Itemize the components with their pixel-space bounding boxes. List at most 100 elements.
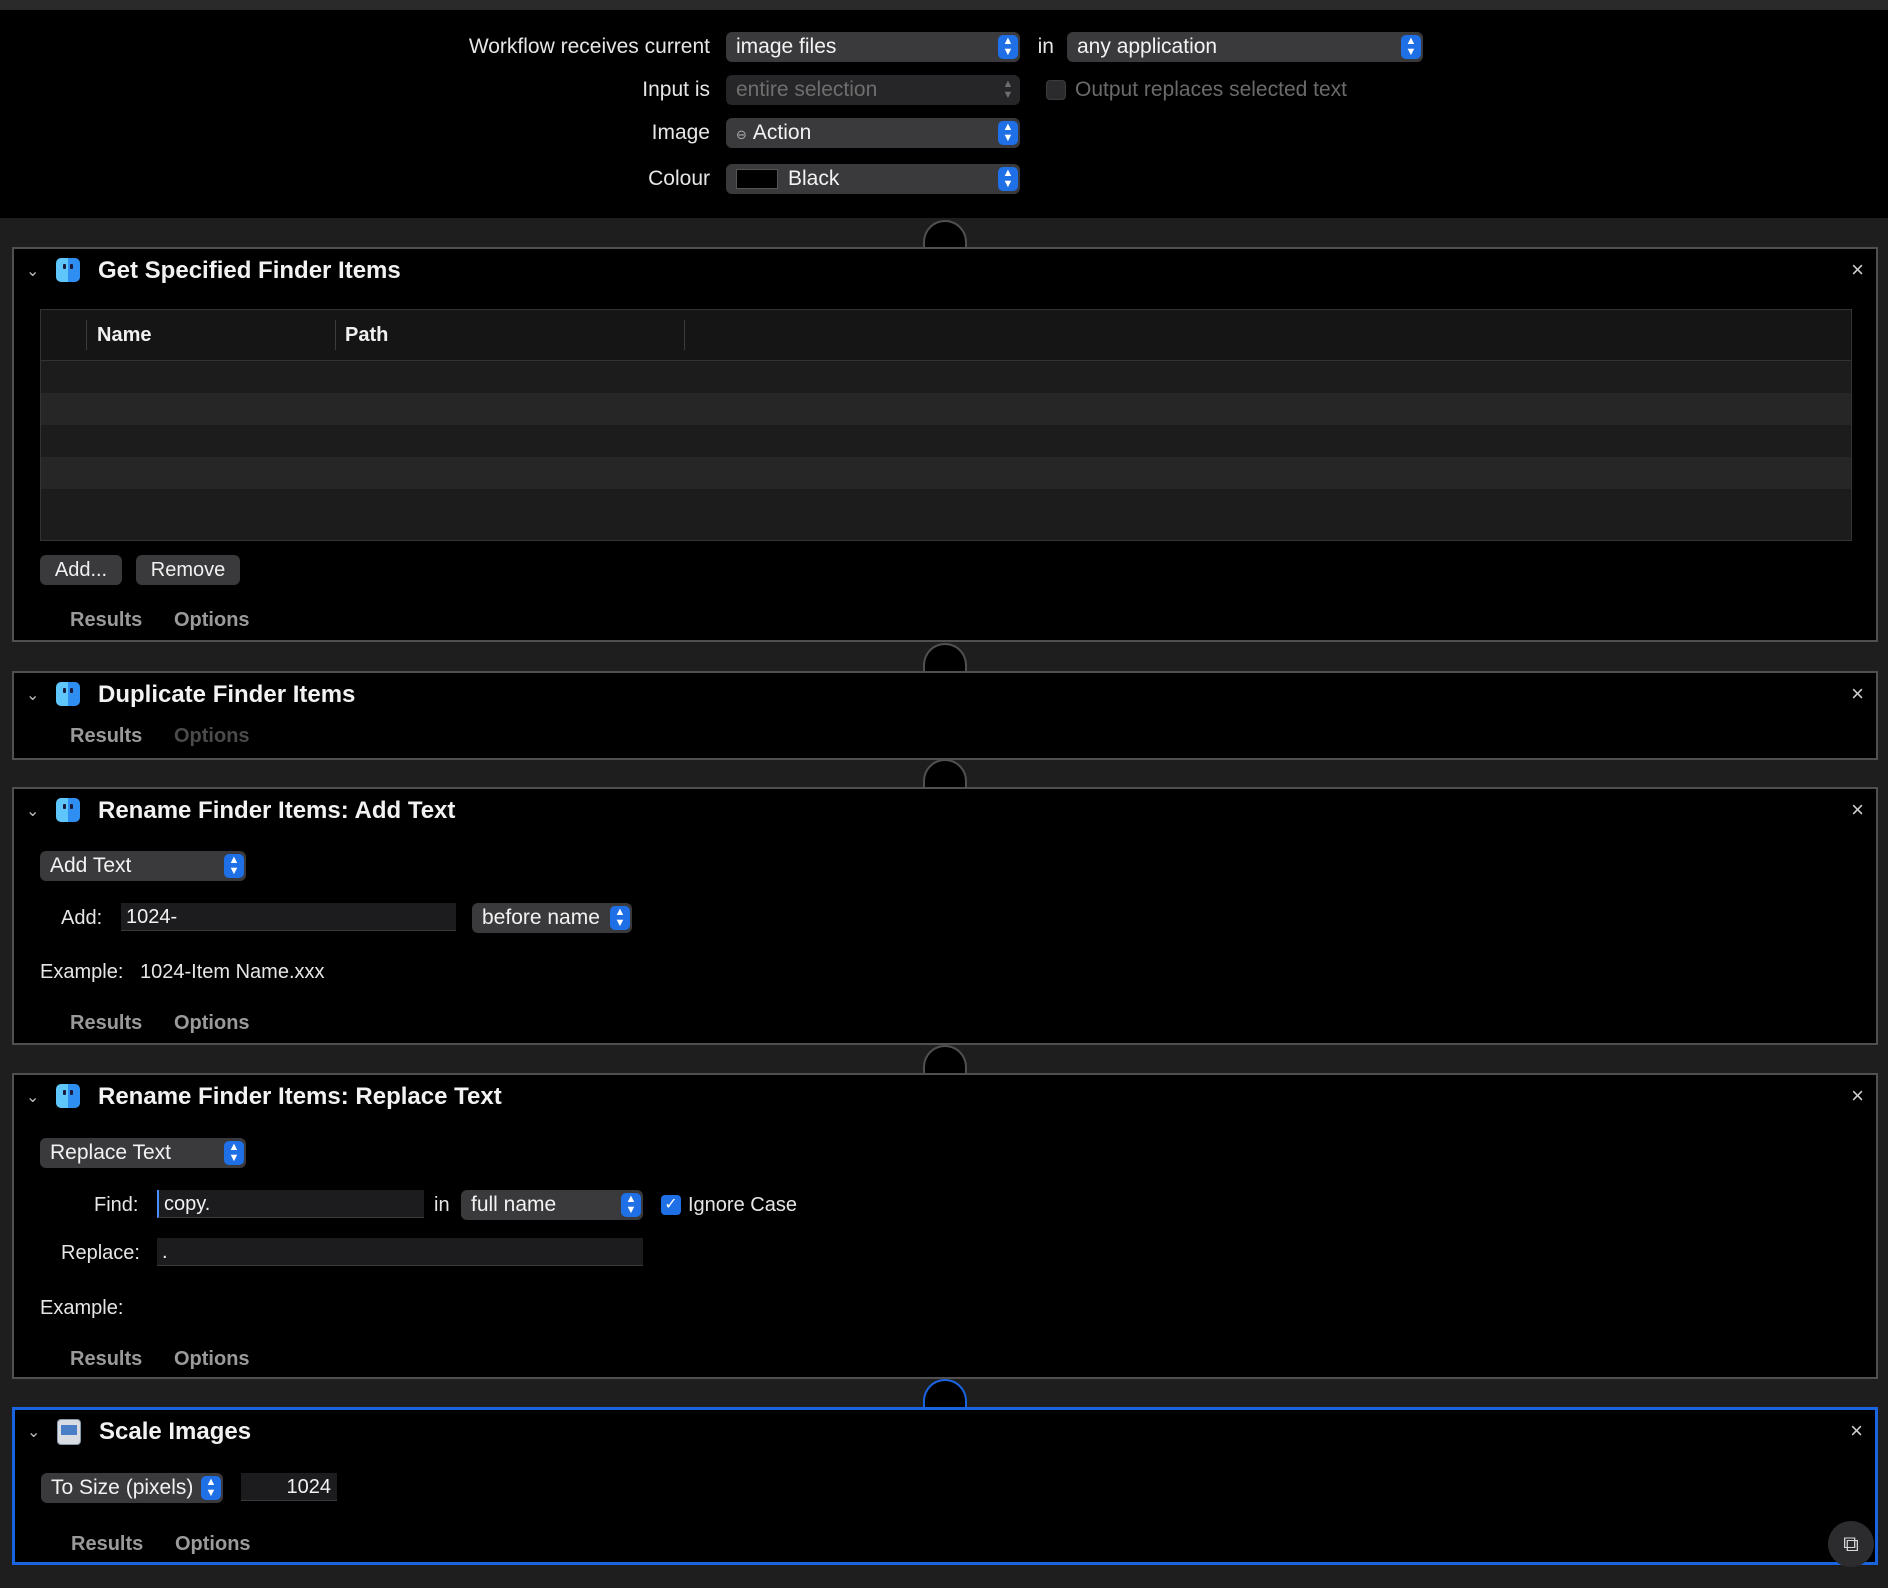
receives-popup[interactable]: image files ▲ ▼ (726, 32, 1020, 62)
column-divider (335, 320, 336, 350)
replace-label: Replace: (61, 1242, 140, 1264)
options-tab[interactable]: Options (174, 1012, 250, 1035)
size-field[interactable]: 1024 (241, 1473, 337, 1501)
rename-mode-value: Replace Text (50, 1141, 172, 1164)
position-value: before name (482, 906, 600, 929)
application-popup[interactable]: any application ▲ ▼ (1067, 32, 1423, 62)
options-tab: Options (174, 725, 250, 747)
chevron-updown-icon: ▲ ▼ (610, 906, 630, 930)
example-value: 1024-Item Name.xxx (140, 961, 325, 983)
results-tab[interactable]: Results (70, 725, 142, 748)
table-row[interactable] (41, 361, 1851, 393)
action-connector (923, 643, 967, 673)
disclosure-chevron-icon[interactable]: ⌄ (26, 687, 44, 705)
colour-popup[interactable]: Black ▲ ▼ (726, 164, 1020, 194)
table-row[interactable] (41, 425, 1851, 457)
results-tab[interactable]: Results (71, 1533, 143, 1556)
remove-button[interactable]: Remove (136, 555, 240, 585)
scale-mode-value: To Size (pixels) (51, 1476, 194, 1499)
action-connector (923, 1379, 967, 1409)
disclosure-chevron-icon[interactable]: ⌄ (26, 803, 44, 821)
scope-value: full name (471, 1193, 557, 1216)
action-glyph-icon: ⊖ (736, 127, 747, 142)
scope-popup[interactable]: full name ▲ ▼ (461, 1190, 643, 1220)
chevron-updown-icon: ▲ ▼ (998, 167, 1018, 191)
live-text-icon[interactable]: ⧉ (1828, 1521, 1874, 1567)
results-tab[interactable]: Results (70, 1012, 142, 1035)
colour-label: Colour (648, 167, 710, 190)
connector-arc (923, 759, 967, 789)
example-label: Example: (40, 961, 124, 983)
ignore-case-checkbox[interactable]: ✓ (661, 1195, 681, 1215)
rename-mode-popup[interactable]: Add Text ▲ ▼ (40, 851, 246, 881)
colour-value: Black (788, 167, 840, 190)
close-icon[interactable]: × (1850, 1420, 1863, 1442)
finder-icon (56, 798, 80, 822)
action-get-specified-finder-items[interactable]: ⌄ Get Specified Finder Items × Name Path… (12, 247, 1878, 642)
disclosure-chevron-icon[interactable]: ⌄ (26, 1089, 44, 1107)
chevron-updown-icon: ▲ ▼ (998, 35, 1018, 59)
action-title: Rename Finder Items: Add Text (98, 797, 456, 824)
close-icon[interactable]: × (1851, 259, 1864, 281)
action-title: Duplicate Finder Items (98, 681, 356, 708)
column-divider (684, 320, 685, 350)
add-text-field[interactable]: 1024- (121, 903, 456, 931)
action-rename-replace-text[interactable]: ⌄ Rename Finder Items: Replace Text × Re… (12, 1073, 1878, 1379)
column-header-name[interactable]: Name (97, 324, 151, 347)
action-scale-images[interactable]: ⌄ Scale Images × To Size (pixels) ▲ ▼ 102… (12, 1407, 1878, 1565)
add-button[interactable]: Add... (40, 555, 122, 585)
preview-icon (57, 1419, 81, 1445)
table-row[interactable] (41, 393, 1851, 425)
table-header: Name Path (41, 310, 1851, 361)
chevron-updown-icon: ▲ ▼ (224, 854, 244, 878)
scale-mode-popup[interactable]: To Size (pixels) ▲ ▼ (41, 1473, 223, 1503)
options-tab[interactable]: Options (174, 609, 250, 632)
find-label: Find: (94, 1194, 139, 1216)
close-icon[interactable]: × (1851, 1085, 1864, 1107)
action-title: Scale Images (99, 1418, 252, 1445)
colour-swatch (736, 169, 778, 190)
table-row[interactable] (41, 489, 1851, 521)
column-header-path[interactable]: Path (345, 324, 388, 347)
output-replaces-checkbox (1046, 80, 1066, 100)
add-label: Add: (61, 907, 103, 929)
results-tab[interactable]: Results (70, 609, 142, 632)
chevron-updown-icon: ▲ ▼ (201, 1476, 221, 1500)
input-is-label: Input is (642, 78, 710, 101)
action-rename-add-text[interactable]: ⌄ Rename Finder Items: Add Text × Add Te… (12, 787, 1878, 1045)
results-tab[interactable]: Results (70, 1348, 142, 1371)
position-popup[interactable]: before name ▲ ▼ (472, 903, 632, 933)
image-popup[interactable]: ⊖ Action ▲ ▼ (726, 118, 1020, 148)
chevron-updown-icon: ▲ ▼ (998, 121, 1018, 145)
workflow-header: Workflow receives current image files ▲ ▼… (0, 0, 1888, 218)
table-row[interactable] (41, 457, 1851, 489)
close-icon[interactable]: × (1851, 683, 1864, 705)
disclosure-chevron-icon[interactable]: ⌄ (27, 1424, 45, 1442)
application-value: any application (1077, 35, 1218, 58)
in-label: in (1037, 35, 1054, 58)
ignore-case-label: Ignore Case (688, 1194, 797, 1216)
finder-items-table[interactable]: Name Path (40, 309, 1852, 541)
connector-arc (923, 643, 967, 673)
finder-icon (56, 1084, 80, 1108)
options-tab[interactable]: Options (174, 1348, 250, 1371)
options-tab[interactable]: Options (175, 1533, 251, 1556)
receives-value: image files (736, 35, 837, 58)
action-title: Rename Finder Items: Replace Text (98, 1083, 502, 1110)
action-connector (923, 1045, 967, 1075)
action-duplicate-finder-items[interactable]: ⌄ Duplicate Finder Items × Results Optio… (12, 671, 1878, 760)
find-text-field[interactable]: copy. (157, 1190, 424, 1218)
input-is-value: entire selection (736, 78, 878, 101)
image-label: Image (651, 121, 710, 144)
chevron-updown-icon: ▲ ▼ (1002, 78, 1014, 101)
connector-arc (923, 220, 967, 250)
rename-mode-popup[interactable]: Replace Text ▲ ▼ (40, 1138, 246, 1168)
finder-icon (56, 682, 80, 706)
disclosure-chevron-icon[interactable]: ⌄ (26, 263, 44, 281)
close-icon[interactable]: × (1851, 799, 1864, 821)
input-is-popup: entire selection ▲ ▼ (726, 75, 1020, 105)
rename-mode-value: Add Text (50, 854, 132, 877)
chevron-updown-icon: ▲ ▼ (224, 1141, 244, 1165)
image-value: Action (752, 121, 812, 144)
replace-text-field[interactable]: . (157, 1238, 643, 1266)
